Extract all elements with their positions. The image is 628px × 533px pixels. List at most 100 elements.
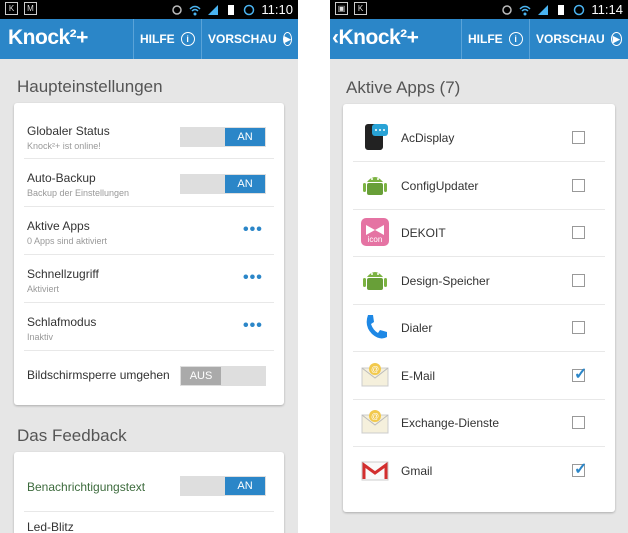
more-icon[interactable]: ••• [243,269,263,287]
dekoit-icon: icon [360,217,390,247]
notification-icon: K [354,2,367,15]
phone-screen-active-apps: ▣ K 11:14 ‹Knock²+ HILFE i VORSCHAU ▶ Ak… [330,0,628,533]
setting-title: Bildschirmsperre umgehen [27,368,170,382]
app-checkbox[interactable]: ✓ [572,366,587,383]
section-title-active-apps: Aktive Apps (7) [346,78,461,97]
app-name: ConfigUpdater [401,178,479,193]
email-icon: @ [360,360,390,390]
app-checkbox[interactable] [572,226,585,239]
app-checkbox[interactable] [572,321,585,334]
setting-bypass-lockscreen[interactable]: Bildschirmsperre umgehen AUS [14,351,284,398]
wifi-icon [189,5,201,15]
app-checkbox[interactable] [572,131,585,144]
svg-text:@: @ [371,412,379,421]
back-button[interactable]: ‹Knock²+ [332,26,419,50]
play-icon: ▶ [610,32,622,46]
sync-icon [172,4,183,15]
app-row[interactable]: Dialer [343,304,603,351]
notification-icon: K [5,2,18,15]
app-name: Design-Speicher [401,273,490,288]
svg-text:@: @ [371,365,379,374]
global-status-toggle[interactable]: AN [180,127,266,147]
setting-notification-text[interactable]: Benachrichtigungstext AN [14,462,284,509]
app-name: DEKOIT [401,226,446,240]
help-label: HILFE [140,32,175,46]
app-logo: Knock²+ [338,26,419,49]
app-row[interactable]: ConfigUpdater [343,162,603,209]
setting-global-status[interactable]: Globaler Status Knock²+ ist online! AN [14,111,284,158]
image-notification-icon: ▣ [335,2,348,15]
setting-sleep-mode[interactable]: Schlafmodus Inaktiv ••• [14,303,284,350]
mail-notification-icon: M [24,2,37,15]
action-bar: ‹Knock²+ HILFE i VORSCHAU ▶ [330,19,628,59]
setting-active-apps[interactable]: Aktive Apps 0 Apps sind aktiviert ••• [14,207,284,254]
bypass-lockscreen-toggle[interactable]: AUS [180,366,266,386]
phone-screen-settings: K M 11:10 Knock²+ HILFE i VORSCHAU ▶ Hau… [0,0,298,533]
setting-subtitle: Backup der Einstellungen [27,188,130,198]
setting-subtitle: Aktiviert [27,284,60,294]
auto-backup-toggle[interactable]: AN [180,174,266,194]
app-row[interactable]: Gmail ✓ [343,447,603,494]
app-name: Gmail [401,463,433,478]
status-bar: ▣ K 11:14 [330,0,628,19]
setting-led-flash[interactable]: Led-Blitz [14,512,284,533]
app-row[interactable]: AcDisplay [343,114,603,161]
signal-icon [538,4,549,15]
checkmark-icon: ✓ [574,365,588,383]
section-title-main: Haupteinstellungen [17,77,163,96]
play-icon: ▶ [282,32,292,46]
gmail-icon [360,455,390,485]
preview-button[interactable]: VORSCHAU ▶ [201,19,298,59]
app-list-card: AcDisplay ConfigUpdater icon DEKOIT Design-S… [343,104,615,512]
preview-label: VORSCHAU [536,32,605,46]
android-icon [360,170,390,200]
signal-icon [208,4,219,15]
app-checkbox[interactable] [572,416,585,429]
app-checkbox[interactable] [572,178,585,192]
app-logo: Knock²+ [8,26,88,49]
wifi-icon [519,5,531,15]
android-icon [360,265,390,295]
more-icon[interactable]: ••• [243,317,263,335]
alarm-icon [574,4,585,15]
help-button[interactable]: HILFE i [461,19,529,59]
help-button[interactable]: HILFE i [133,19,201,59]
more-icon[interactable]: ••• [243,221,263,239]
setting-subtitle: Knock²+ ist online! [27,141,101,151]
clock: 11:14 [591,2,623,17]
acdisplay-icon [360,122,390,152]
feedback-card: Benachrichtigungstext AN Led-Blitz [14,452,284,533]
notification-text-toggle[interactable]: AN [180,476,266,496]
app-name: E-Mail [401,368,436,383]
status-bar: K M 11:10 [0,0,298,19]
app-row[interactable]: Design-Speicher [343,257,603,304]
setting-title: Aktive Apps [27,219,90,233]
preview-button[interactable]: VORSCHAU ▶ [529,19,628,59]
info-icon: i [180,32,195,46]
setting-title: Benachrichtigungstext [27,480,146,494]
action-bar: Knock²+ HILFE i VORSCHAU ▶ [0,19,298,59]
setting-auto-backup[interactable]: Auto-Backup Backup der Einstellungen AN [14,159,284,206]
icon-text: icon [367,235,383,244]
setting-subtitle: Inaktiv [27,332,54,342]
setting-title: Led-Blitz [27,520,74,533]
alarm-icon [244,4,255,15]
preview-label: VORSCHAU [208,32,277,46]
section-title-feedback: Das Feedback [17,426,127,445]
setting-title: Auto-Backup [27,171,96,185]
checkmark-icon: ✓ [574,460,588,478]
app-row[interactable]: icon DEKOIT [343,209,603,256]
clock: 11:10 [261,2,293,17]
setting-title: Schlafmodus [27,315,97,329]
help-label: HILFE [468,32,503,46]
battery-icon [228,4,235,15]
app-name: Dialer [401,321,433,335]
setting-subtitle: 0 Apps sind aktiviert [27,236,108,246]
app-checkbox[interactable]: ✓ [572,461,587,478]
setting-quick-access[interactable]: Schnellzugriff Aktiviert ••• [14,255,284,302]
app-row[interactable]: @ E-Mail ✓ [343,352,603,399]
app-checkbox[interactable] [572,273,585,287]
app-row[interactable]: @ Exchange-Dienste [343,399,603,446]
main-settings-card: Globaler Status Knock²+ ist online! AN A… [14,103,284,405]
battery-icon [558,4,565,15]
